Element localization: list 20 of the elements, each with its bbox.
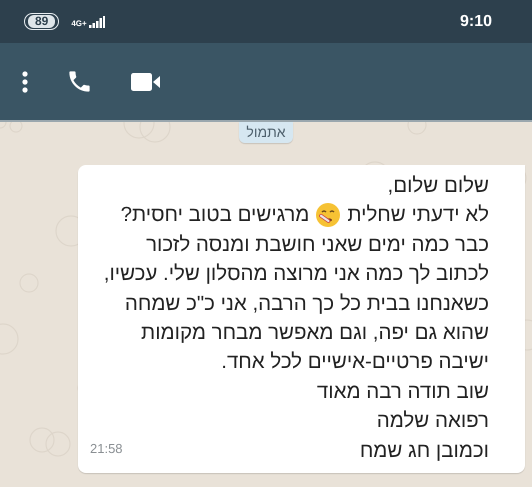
battery-indicator: 89 (24, 13, 60, 30)
menu-icon[interactable] (22, 70, 28, 92)
message-line: שהוא גם יפה, וגם מאפשר מבחר מקומות (141, 320, 489, 346)
message-line: שלום שלום, (388, 173, 489, 199)
message-line: כבר כמה ימים שאני חושבת ומנסה לזכור (146, 232, 489, 258)
date-chip: אתמול (239, 122, 293, 143)
message-time: 21:58 (90, 440, 123, 458)
message-line: שוב תודה רבה מאוד (316, 378, 489, 405)
message-line: לכתוב לך כמה אני מרוצה מהסלון שלי. עכשיו, (104, 261, 489, 288)
message-line: וכמובן חג שמח (360, 438, 489, 464)
message-line: ישיבה פרטיים-אישיים לכל אחד. (221, 349, 489, 376)
message-line: כשאנחנו בבית כל כך הרבה, אני כ"כ שמחה (124, 290, 489, 317)
network-type: 4G+ (71, 18, 87, 28)
signal-icon (88, 16, 105, 28)
message-line: מרגישים בטוב יחסית? (120, 202, 310, 228)
video-camera-icon[interactable] (131, 72, 161, 92)
sick-face-emoji-icon (315, 202, 342, 228)
message-line: רפואה שלמה (376, 408, 489, 434)
status-time: 9:10 (460, 12, 492, 30)
message-line: לא ידעתי שחלית (347, 202, 489, 228)
